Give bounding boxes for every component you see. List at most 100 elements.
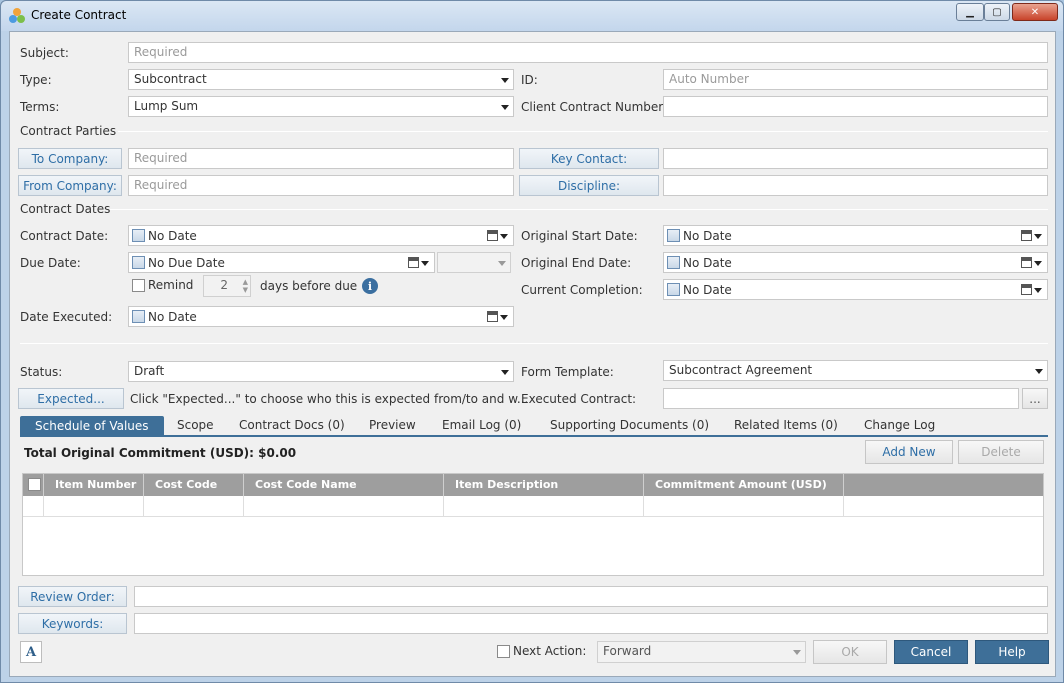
calendar-icon[interactable]	[487, 230, 498, 241]
to-company-button[interactable]: To Company:	[18, 148, 122, 169]
calendar-icon[interactable]	[487, 311, 498, 322]
next-action-select[interactable]: Forward	[597, 641, 806, 663]
executed-contract-label: Executed Contract:	[521, 392, 637, 406]
from-company-button[interactable]: From Company:	[18, 175, 122, 196]
info-icon[interactable]: i	[362, 278, 378, 294]
key-contact-input[interactable]	[663, 148, 1048, 169]
discipline-button[interactable]: Discipline:	[519, 175, 659, 196]
title-bar[interactable]: Create Contract ▁ ▢ ✕	[1, 1, 1063, 31]
contract-date-label: Contract Date:	[20, 229, 109, 243]
date-executed-picker[interactable]: No Date	[128, 306, 514, 327]
date-executed-checkbox[interactable]	[132, 310, 145, 323]
tab-email-log[interactable]: Email Log (0)	[442, 418, 521, 432]
review-order-input[interactable]	[134, 586, 1048, 607]
tab-change-log[interactable]: Change Log	[864, 418, 935, 432]
column-commitment-amount[interactable]: Commitment Amount (USD)	[643, 474, 843, 496]
id-label: ID:	[521, 73, 538, 87]
due-time-select[interactable]	[437, 252, 511, 273]
next-action-checkbox[interactable]	[497, 645, 510, 658]
form-template-value: Subcontract Agreement	[669, 363, 813, 377]
due-date-value: No Due Date	[148, 256, 225, 270]
subject-input[interactable]: Required	[128, 42, 1048, 63]
chevron-down-icon	[793, 650, 801, 655]
table-cell[interactable]	[443, 496, 643, 517]
help-button[interactable]: Help	[975, 640, 1049, 664]
table-cell[interactable]	[643, 496, 843, 517]
tab-schedule-of-values[interactable]: Schedule of Values	[20, 416, 164, 436]
tab-preview[interactable]: Preview	[369, 418, 416, 432]
current-completion-label: Current Completion:	[521, 283, 643, 297]
form-template-label: Form Template:	[521, 365, 614, 379]
table-cell[interactable]	[843, 496, 1043, 517]
calendar-icon[interactable]	[408, 257, 419, 268]
stepper-arrows-icon[interactable]: ▲ ▼	[243, 278, 248, 294]
id-input[interactable]: Auto Number	[663, 69, 1048, 90]
executed-contract-input[interactable]	[663, 388, 1019, 409]
column-spacer	[843, 474, 1043, 496]
spell-check-icon[interactable]: A	[20, 641, 42, 663]
current-completion-value: No Date	[683, 283, 732, 297]
contract-date-value: No Date	[148, 229, 197, 243]
chevron-down-icon	[501, 105, 509, 110]
tab-related-items[interactable]: Related Items (0)	[734, 418, 838, 432]
table-cell[interactable]	[243, 496, 443, 517]
column-cost-code[interactable]: Cost Code	[143, 474, 243, 496]
column-cost-code-name[interactable]: Cost Code Name	[243, 474, 443, 496]
delete-button[interactable]: Delete	[958, 440, 1044, 464]
calendar-icon[interactable]	[1021, 257, 1032, 268]
subject-label: Subject:	[20, 46, 69, 60]
status-select[interactable]: Draft	[128, 361, 514, 382]
from-company-input[interactable]: Required	[128, 175, 514, 196]
terms-value: Lump Sum	[134, 99, 199, 113]
chevron-down-icon	[1034, 288, 1042, 293]
terms-select[interactable]: Lump Sum	[128, 96, 514, 117]
table-row[interactable]	[23, 496, 1043, 517]
to-company-input[interactable]: Required	[128, 148, 514, 169]
discipline-input[interactable]	[663, 175, 1048, 196]
close-button[interactable]: ✕	[1012, 3, 1058, 21]
calendar-icon[interactable]	[1021, 230, 1032, 241]
review-order-button[interactable]: Review Order:	[18, 586, 127, 607]
keywords-button[interactable]: Keywords:	[18, 613, 127, 634]
contract-date-checkbox[interactable]	[132, 229, 145, 242]
table-cell[interactable]	[43, 496, 143, 517]
key-contact-button[interactable]: Key Contact:	[519, 148, 659, 169]
original-start-date-picker[interactable]: No Date	[663, 225, 1048, 246]
original-end-date-picker[interactable]: No Date	[663, 252, 1048, 273]
select-all-checkbox[interactable]	[28, 478, 41, 491]
contract-date-picker[interactable]: No Date	[128, 225, 514, 246]
table-cell[interactable]	[143, 496, 243, 517]
tab-supporting-documents[interactable]: Supporting Documents (0)	[550, 418, 709, 432]
due-date-checkbox[interactable]	[132, 256, 145, 269]
current-completion-checkbox[interactable]	[667, 283, 680, 296]
add-new-button[interactable]: Add New	[865, 440, 953, 464]
minimize-button[interactable]: ▁	[956, 3, 984, 21]
date-executed-value: No Date	[148, 310, 197, 324]
type-select[interactable]: Subcontract	[128, 69, 514, 90]
remind-days-stepper[interactable]: 2 ▲ ▼	[203, 275, 251, 297]
original-end-date-checkbox[interactable]	[667, 256, 680, 269]
chevron-down-icon	[421, 261, 429, 266]
column-item-number[interactable]: Item Number	[43, 474, 143, 496]
expected-button[interactable]: Expected...	[18, 388, 124, 409]
browse-button[interactable]: ...	[1022, 388, 1048, 409]
tab-scope[interactable]: Scope	[177, 418, 214, 432]
column-item-description[interactable]: Item Description	[443, 474, 643, 496]
chevron-down-icon	[1034, 234, 1042, 239]
remind-days-suffix: days before due	[260, 279, 358, 293]
cancel-button[interactable]: Cancel	[894, 640, 968, 664]
original-start-date-checkbox[interactable]	[667, 229, 680, 242]
client-contract-number-input[interactable]	[663, 96, 1048, 117]
maximize-button[interactable]: ▢	[984, 3, 1010, 21]
remind-checkbox[interactable]	[132, 279, 145, 292]
form-template-select[interactable]: Subcontract Agreement	[663, 360, 1048, 381]
current-completion-picker[interactable]: No Date	[663, 279, 1048, 300]
keywords-input[interactable]	[134, 613, 1048, 634]
due-date-picker[interactable]: No Due Date	[128, 252, 435, 273]
window-title: Create Contract	[31, 8, 127, 22]
status-value: Draft	[134, 364, 165, 378]
chevron-down-icon	[500, 315, 508, 320]
ok-button[interactable]: OK	[813, 640, 887, 664]
calendar-icon[interactable]	[1021, 284, 1032, 295]
tab-contract-docs[interactable]: Contract Docs (0)	[239, 418, 345, 432]
